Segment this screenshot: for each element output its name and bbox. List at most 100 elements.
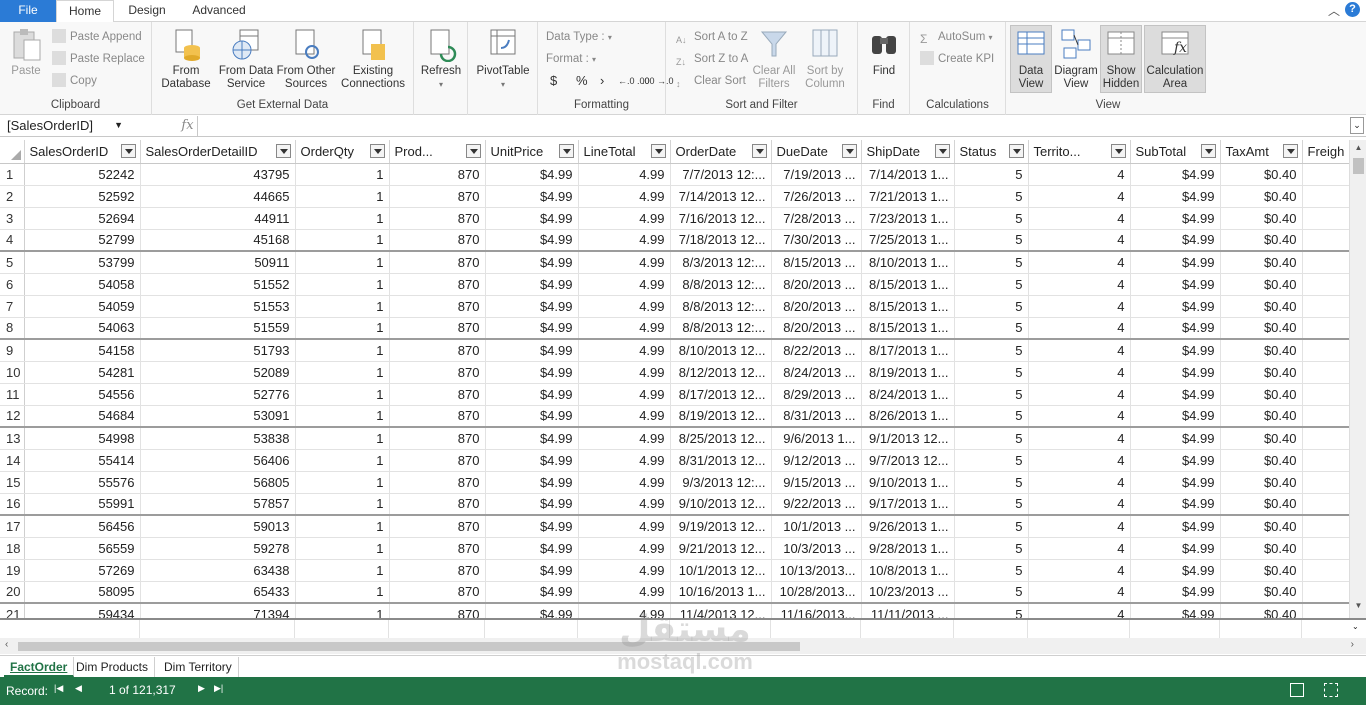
table-cell[interactable]: 52592 (24, 185, 141, 208)
collapse-ribbon-icon[interactable]: ︿ (1328, 2, 1340, 19)
table-cell[interactable]: 870 (389, 581, 486, 604)
table-cell[interactable]: $0.40 (1220, 339, 1303, 362)
show-hidden-button[interactable]: Show Hidden (1100, 25, 1142, 93)
table-cell[interactable]: 8/10/2013 12... (670, 339, 772, 362)
table-cell[interactable]: $0.40 (1220, 559, 1303, 582)
table-cell[interactable]: 4.99 (578, 559, 671, 582)
table-cell[interactable]: 4 (1028, 229, 1131, 252)
paste-replace-button[interactable]: Paste Replace (52, 50, 145, 68)
table-cell[interactable]: 59278 (140, 537, 296, 560)
table-cell[interactable]: 4.99 (578, 317, 671, 340)
sheet-tab-dim-territory[interactable]: Dim Territory (158, 657, 239, 677)
table-cell[interactable]: $4.99 (1130, 163, 1221, 186)
table-cell[interactable]: 8/8/2013 12:... (670, 273, 772, 296)
diagram-view-icon[interactable] (1324, 683, 1338, 697)
table-cell[interactable]: 54158 (24, 339, 141, 362)
table-cell[interactable]: 8/15/2013 1... (861, 273, 955, 296)
table-cell[interactable]: 1 (295, 471, 390, 494)
table-cell[interactable]: $4.99 (1130, 581, 1221, 604)
table-cell[interactable]: 870 (389, 273, 486, 296)
table-cell[interactable]: 8/31/2013 12... (670, 449, 772, 472)
help-icon[interactable]: ? (1345, 2, 1360, 17)
table-cell[interactable]: 4 (1028, 163, 1131, 186)
table-cell[interactable]: $0.40 (1220, 361, 1303, 384)
table-cell[interactable]: 9/1/2013 12... (861, 427, 955, 450)
table-cell[interactable]: 9/15/2013 ... (771, 471, 862, 494)
table-cell[interactable]: 4.99 (578, 185, 671, 208)
table-cell[interactable]: 51552 (140, 273, 296, 296)
table-cell[interactable]: 4 (1028, 185, 1131, 208)
table-cell[interactable]: $4.99 (1130, 361, 1221, 384)
tab-design[interactable]: Design (116, 0, 178, 22)
table-cell[interactable]: 1 (295, 251, 390, 274)
table-cell[interactable]: $0.40 (1220, 251, 1303, 274)
table-cell[interactable]: $4.99 (485, 163, 579, 186)
table-row[interactable]: 4 52799 45168 1 870 $4.99 4.99 7/18/2013 12... 7… (0, 229, 1363, 252)
refresh-button[interactable]: Refresh ▾ (418, 26, 464, 91)
table-cell[interactable]: 870 (389, 471, 486, 494)
table-cell[interactable]: $4.99 (1130, 471, 1221, 494)
table-cell[interactable]: 56456 (24, 515, 141, 538)
table-cell[interactable]: 1 (295, 207, 390, 230)
table-row[interactable]: 15 55576 56805 1 870 $4.99 4.99 9/3/2013 12:...… (0, 471, 1363, 494)
table-cell[interactable]: 9/10/2013 1... (861, 471, 955, 494)
table-cell[interactable]: 5 (954, 581, 1029, 604)
table-cell[interactable]: $4.99 (485, 317, 579, 340)
table-cell[interactable]: 4 (1028, 515, 1131, 538)
table-cell[interactable]: 53838 (140, 427, 296, 450)
table-cell[interactable]: $4.99 (1130, 295, 1221, 318)
table-cell[interactable]: 55991 (24, 493, 141, 516)
column-filter-dropdown-icon[interactable] (1200, 144, 1216, 158)
table-cell[interactable]: 9/12/2013 ... (771, 449, 862, 472)
table-cell[interactable]: 1 (295, 185, 390, 208)
table-cell[interactable]: 54556 (24, 383, 141, 406)
table-cell[interactable]: 44911 (140, 207, 296, 230)
pivottable-button[interactable]: PivotTable ▾ (472, 26, 534, 91)
table-row[interactable]: 20 58095 65433 1 870 $4.99 4.99 10/16/2013 1...… (0, 581, 1363, 604)
table-cell[interactable]: 5 (954, 185, 1029, 208)
table-cell[interactable]: 5 (954, 229, 1029, 252)
table-cell[interactable]: $4.99 (485, 537, 579, 560)
grid-view-icon[interactable] (1290, 683, 1304, 697)
table-cell[interactable]: $0.40 (1220, 581, 1303, 604)
table-row[interactable]: 13 54998 53838 1 870 $4.99 4.99 8/25/2013 12...… (0, 427, 1363, 450)
table-cell[interactable]: 5 (954, 471, 1029, 494)
table-cell[interactable]: 4.99 (578, 273, 671, 296)
scroll-up-icon[interactable]: ▲ (1350, 143, 1366, 157)
table-cell[interactable]: $4.99 (485, 229, 579, 252)
table-cell[interactable]: $4.99 (1130, 185, 1221, 208)
table-cell[interactable]: 870 (389, 493, 486, 516)
table-cell[interactable]: 54059 (24, 295, 141, 318)
from-other-sources-button[interactable]: From Other Sources (274, 26, 338, 91)
column-header[interactable]: UnitPrice (485, 140, 579, 164)
table-cell[interactable]: 4 (1028, 449, 1131, 472)
table-cell[interactable]: 8/10/2013 1... (861, 251, 955, 274)
column-header[interactable]: Territo... (1028, 140, 1131, 164)
table-cell[interactable]: 8/31/2013 ... (771, 405, 862, 428)
sort-a-to-z-button[interactable]: A↓ Sort A to Z (676, 28, 748, 46)
table-cell[interactable]: $0.40 (1220, 515, 1303, 538)
table-cell[interactable]: 870 (389, 603, 486, 618)
table-cell[interactable]: 8/17/2013 1... (861, 339, 955, 362)
table-cell[interactable]: 1 (295, 383, 390, 406)
table-row[interactable]: 1 52242 43795 1 870 $4.99 4.99 7/7/2013 12:... 7… (0, 163, 1363, 186)
table-cell[interactable]: 4 (1028, 361, 1131, 384)
table-cell[interactable]: 10/23/2013 ... (861, 581, 955, 604)
table-cell[interactable]: 9/28/2013 1... (861, 537, 955, 560)
table-cell[interactable]: 4.99 (578, 339, 671, 362)
column-filter-dropdown-icon[interactable] (558, 144, 574, 158)
table-cell[interactable]: $4.99 (485, 185, 579, 208)
table-cell[interactable]: 4 (1028, 471, 1131, 494)
table-cell[interactable]: 5 (954, 163, 1029, 186)
table-cell[interactable]: $4.99 (1130, 251, 1221, 274)
table-cell[interactable]: $0.40 (1220, 383, 1303, 406)
column-header[interactable]: DueDate (771, 140, 862, 164)
table-cell[interactable]: 8/19/2013 12... (670, 405, 772, 428)
column-filter-dropdown-icon[interactable] (751, 144, 767, 158)
name-box[interactable]: [SalesOrderID] ▼ (3, 116, 171, 136)
table-cell[interactable]: 7/28/2013 ... (771, 207, 862, 230)
scroll-left-icon[interactable]: ‹ (5, 639, 8, 650)
expand-formula-bar-icon[interactable]: ⌄ (1350, 117, 1364, 134)
table-row[interactable]: 21 59434 71394 1 870 $4.99 4.99 11/4/2013 12...… (0, 603, 1363, 618)
table-cell[interactable]: 1 (295, 317, 390, 340)
